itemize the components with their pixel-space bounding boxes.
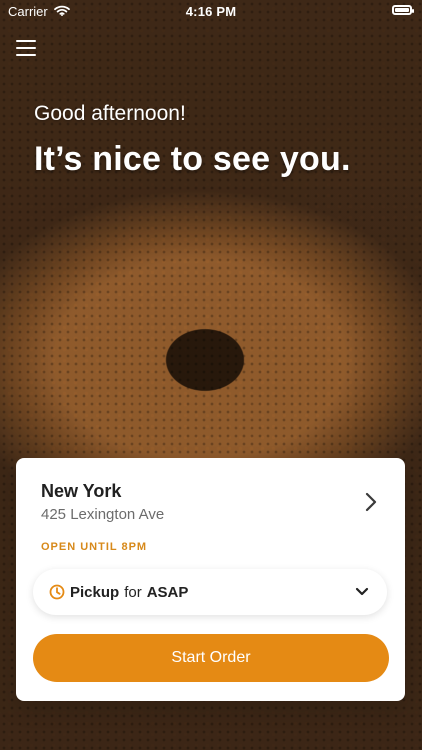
pickup-summary: Pickup for ASAP [70, 585, 355, 600]
status-bar: Carrier 4:16 PM [0, 0, 422, 24]
home-screen: Carrier 4:16 PM Good afternoon! It’s nic… [0, 0, 422, 750]
start-order-button[interactable]: Start Order [33, 634, 389, 682]
store-address: 425 Lexington Ave [41, 506, 165, 523]
pickup-time: ASAP [146, 583, 189, 601]
chevron-right-icon [365, 492, 377, 512]
status-bar-right [392, 5, 414, 17]
status-bar-left: Carrier [8, 4, 70, 19]
menu-button[interactable] [16, 40, 36, 56]
chevron-down-icon [355, 587, 369, 596]
store-name: New York [41, 481, 122, 501]
pickup-mode: Pickup [70, 583, 120, 601]
store-details-chevron[interactable] [365, 492, 377, 512]
hamburger-menu-icon [16, 40, 36, 42]
store-card: New York 425 Lexington Ave OPEN UNTIL 8P… [16, 458, 405, 701]
carrier-label: Carrier [8, 4, 48, 19]
status-time: 4:16 PM [185, 4, 237, 19]
pickup-time-selector[interactable]: Pickup for ASAP [33, 569, 387, 615]
greeting-text: Good afternoon! [34, 102, 186, 125]
hamburger-menu-icon-line [16, 47, 36, 49]
clock-icon [49, 584, 65, 600]
wifi-icon [53, 4, 70, 19]
open-status: OPEN UNTIL 8PM [41, 541, 148, 553]
battery-icon [392, 5, 414, 15]
pickup-connector: for [124, 583, 142, 601]
hamburger-menu-icon-line [16, 54, 36, 56]
headline-text: It’s nice to see you. [34, 140, 351, 178]
